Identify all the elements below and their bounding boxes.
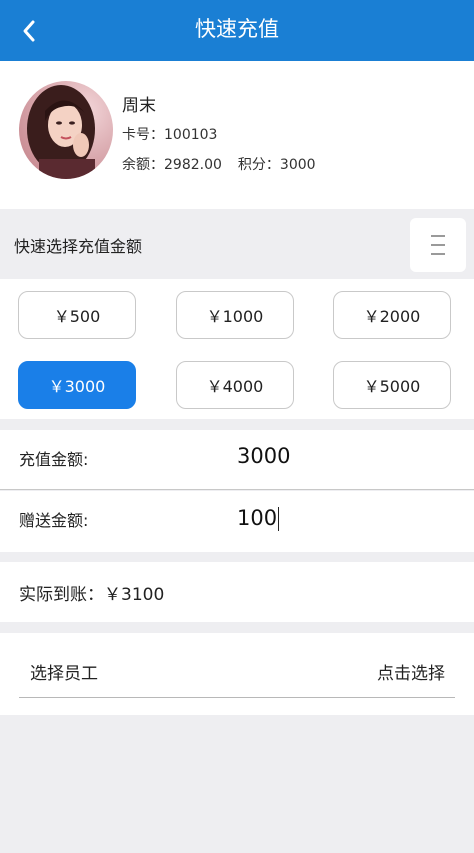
amount-grid: ￥500 ￥1000 ￥2000 ￥3000 ￥4000 ￥5000 [0, 279, 474, 419]
balance-points: 余额：2982.00 积分：3000 [122, 154, 316, 174]
quick-select-header: 快速选择充值金额 [0, 209, 474, 279]
menu-icon [431, 235, 445, 255]
card-number: 卡号：100103 [122, 124, 217, 144]
page-title: 快速充值 [195, 17, 279, 41]
text-cursor [278, 507, 280, 531]
actual-received-row: 实际到账：￥3100 [0, 562, 474, 622]
top-bar: 快速充值 [0, 0, 474, 61]
actual-received-text: 实际到账：￥3100 [19, 585, 165, 605]
amount-option-2000[interactable]: ￥2000 [333, 291, 451, 339]
card-label: 卡号： [122, 127, 164, 143]
quick-select-title: 快速选择充值金额 [14, 237, 143, 256]
amount-option-3000[interactable]: ￥3000 [18, 361, 136, 409]
staff-select-row[interactable]: 选择员工 点击选择 [0, 633, 474, 715]
recharge-amount-label: 充值金额: [19, 450, 89, 469]
recharge-amount-row: 充值金额: 3000 [0, 430, 474, 490]
member-card: 周末 卡号：100103 余额：2982.00 积分：3000 [0, 61, 474, 209]
menu-button[interactable] [410, 218, 466, 272]
points-value: 3000 [279, 157, 316, 173]
balance-value: 2982.00 [164, 157, 222, 173]
amount-option-500[interactable]: ￥500 [18, 291, 136, 339]
bonus-amount-row: 赠送金额: 100 [0, 491, 474, 552]
staff-select-label: 选择员工 [30, 664, 98, 684]
card-value: 100103 [164, 127, 218, 143]
amount-option-5000[interactable]: ￥5000 [333, 361, 451, 409]
avatar [19, 81, 113, 179]
bonus-amount-label: 赠送金额: [19, 511, 89, 530]
divider [19, 697, 455, 698]
member-name: 周末 [122, 96, 156, 116]
amount-option-1000[interactable]: ￥1000 [176, 291, 294, 339]
points-label: 积分： [237, 157, 280, 173]
bonus-amount-field[interactable]: 100 [237, 506, 280, 531]
staff-select-action[interactable]: 点击选择 [377, 659, 445, 684]
balance-label: 余额： [122, 157, 164, 173]
amount-option-4000[interactable]: ￥4000 [176, 361, 294, 409]
recharge-amount-input[interactable]: 3000 [237, 444, 290, 468]
bonus-amount-input[interactable]: 100 [237, 506, 277, 530]
